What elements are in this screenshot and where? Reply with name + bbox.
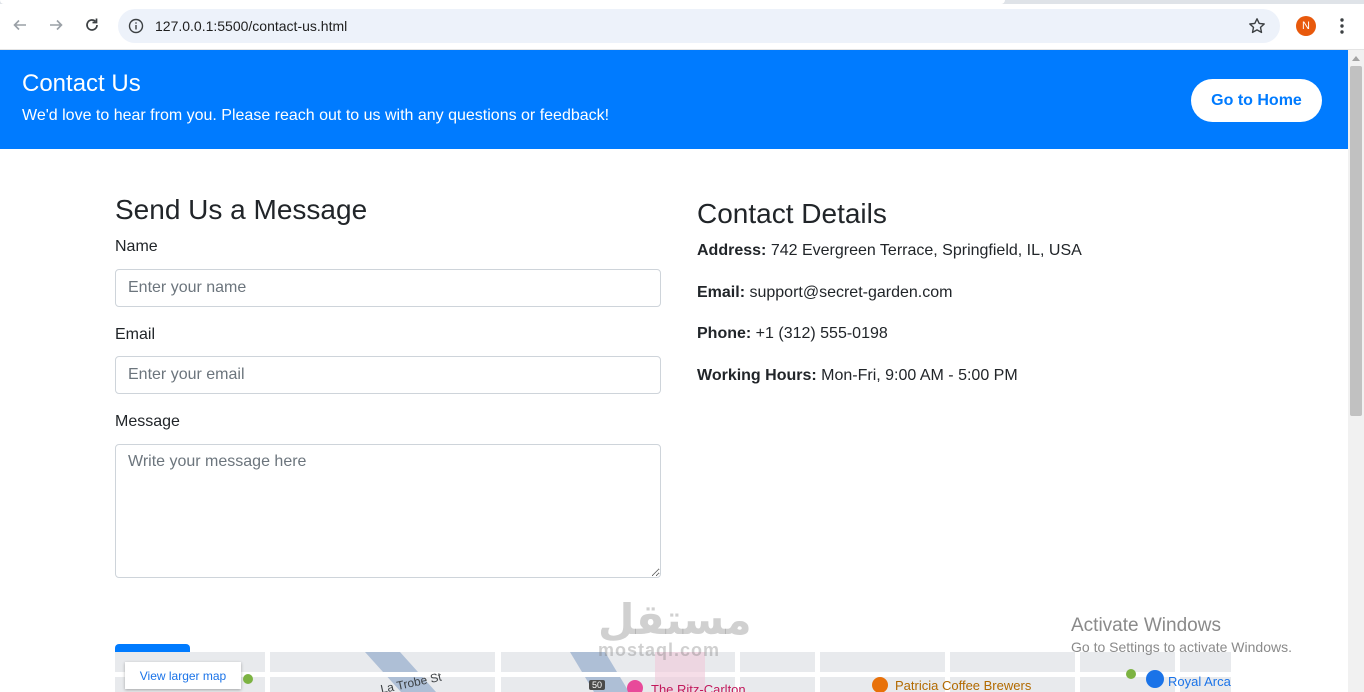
detail-value: support@secret-garden.com [749, 284, 953, 301]
view-larger-map-link[interactable]: View larger map [125, 662, 241, 689]
page-subtitle: We'd love to hear from you. Please reach… [22, 107, 610, 124]
page-viewport: Contact Us We'd love to hear from you. P… [0, 50, 1348, 692]
email-input[interactable] [115, 356, 661, 394]
scroll-up-arrow-icon[interactable] [1352, 56, 1360, 61]
page-scrollbar[interactable] [1348, 50, 1364, 692]
site-info-icon[interactable] [128, 18, 144, 34]
map-poi-royal-arcade[interactable]: Royal Arca [1168, 674, 1231, 689]
detail-label: Address: [697, 242, 767, 259]
forward-arrow-icon [50, 19, 63, 31]
detail-hours: Working Hours: Mon-Fri, 9:00 AM - 5:00 P… [697, 367, 1018, 385]
detail-value: +1 (312) 555-0198 [755, 325, 888, 342]
contact-details: Contact Details Address: 742 Evergreen T… [697, 197, 1257, 384]
activate-body: Go to Settings to activate Windows. [1071, 639, 1292, 655]
bookmark-star-icon[interactable] [1248, 17, 1266, 35]
name-input[interactable] [115, 269, 661, 307]
page-title: Contact Us [22, 70, 141, 97]
detail-label: Working Hours: [697, 367, 817, 384]
activate-windows-notice: Activate Windows Go to Settings to activ… [1071, 615, 1292, 655]
forward-button[interactable] [45, 14, 67, 36]
detail-address: Address: 742 Evergreen Terrace, Springfi… [697, 242, 1082, 260]
detail-label: Phone: [697, 325, 752, 342]
route-badge: 50 [589, 680, 606, 690]
page-header: Contact Us We'd love to hear from you. P… [0, 50, 1348, 149]
go-to-home-button[interactable]: Go to Home [1191, 79, 1322, 122]
contact-form: Send Us a Message Name Email Message Sub… [115, 193, 661, 682]
scrollbar-thumb[interactable] [1350, 66, 1362, 416]
reload-button[interactable] [81, 14, 103, 36]
back-button[interactable] [9, 14, 31, 36]
detail-phone: Phone: +1 (312) 555-0198 [697, 325, 888, 343]
detail-value: Mon-Fri, 9:00 AM - 5:00 PM [821, 367, 1018, 384]
watermark-arabic: مستقل [598, 596, 752, 643]
form-heading: Send Us a Message [115, 194, 368, 225]
back-arrow-icon [13, 19, 26, 31]
message-label: Message [115, 413, 180, 430]
email-label: Email [115, 326, 156, 343]
map-poi-ritz[interactable]: The Ritz-Carlton [651, 682, 746, 692]
activate-title: Activate Windows [1071, 615, 1221, 636]
map-poi-coffee[interactable]: Patricia Coffee Brewers [895, 678, 1031, 692]
detail-value: 742 Evergreen Terrace, Springfield, IL, … [770, 242, 1082, 259]
more-options-icon[interactable] [1334, 16, 1350, 36]
name-label: Name [115, 238, 158, 255]
watermark-latin: mostaql.com [598, 640, 721, 660]
detail-label: Email: [697, 284, 746, 301]
url-text[interactable]: 127.0.0.1:5500/contact-us.html [155, 18, 347, 34]
details-heading: Contact Details [697, 198, 887, 229]
profile-avatar[interactable]: N [1296, 16, 1316, 36]
browser-toolbar: 127.0.0.1:5500/contact-us.html N [0, 0, 1364, 50]
detail-email: Email: support@secret-garden.com [697, 284, 952, 302]
address-bar[interactable]: 127.0.0.1:5500/contact-us.html [118, 9, 1280, 43]
active-tab[interactable] [0, 0, 1005, 4]
message-textarea[interactable] [115, 444, 661, 578]
tab-strip [0, 0, 1364, 4]
reload-icon [86, 18, 98, 31]
mostaql-watermark: مستقل mostaql.com [598, 595, 752, 661]
